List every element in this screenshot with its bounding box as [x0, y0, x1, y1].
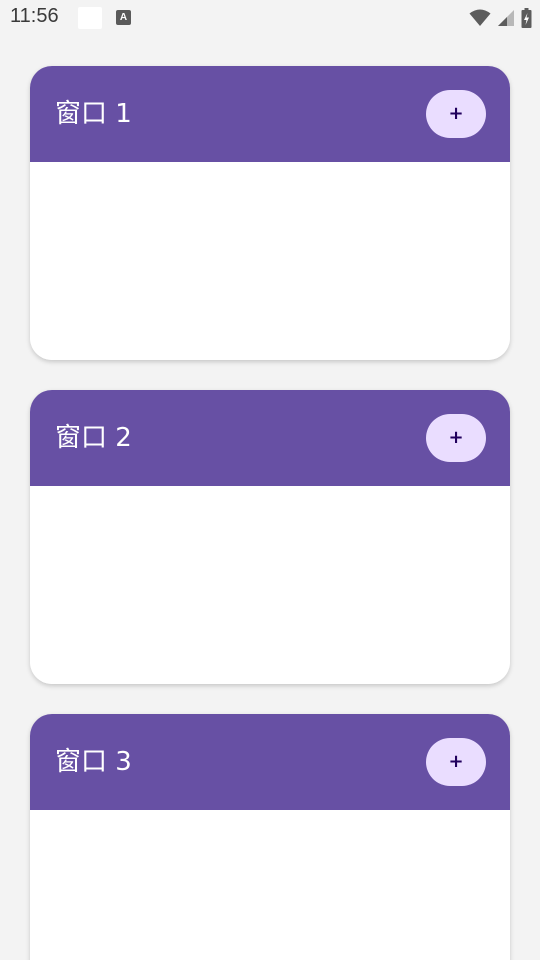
battery-charging-icon [521, 8, 532, 28]
notification-icon [78, 7, 102, 29]
card-title: 窗口 3 [55, 747, 132, 777]
card-header: 窗口 2 + [30, 390, 510, 486]
add-button[interactable]: + [426, 738, 486, 786]
add-button[interactable]: + [426, 414, 486, 462]
card-header: 窗口 3 + [30, 714, 510, 810]
card-body [30, 162, 510, 360]
status-bar: 11:56 A [0, 0, 540, 36]
status-time: 11:56 [10, 5, 59, 27]
add-button[interactable]: + [426, 90, 486, 138]
card-list[interactable]: 窗口 1 + 窗口 2 + 窗口 3 + [0, 36, 540, 960]
card-body [30, 810, 510, 960]
keyboard-notification-icon: A [116, 10, 131, 25]
card-title: 窗口 1 [55, 99, 132, 129]
window-card-1: 窗口 1 + [30, 66, 510, 360]
wifi-icon [469, 9, 491, 26]
card-title: 窗口 2 [55, 423, 132, 453]
card-header: 窗口 1 + [30, 66, 510, 162]
window-card-3: 窗口 3 + [30, 714, 510, 960]
card-body [30, 486, 510, 684]
system-icons [469, 6, 532, 30]
window-card-2: 窗口 2 + [30, 390, 510, 684]
cellular-signal-icon [498, 10, 514, 26]
